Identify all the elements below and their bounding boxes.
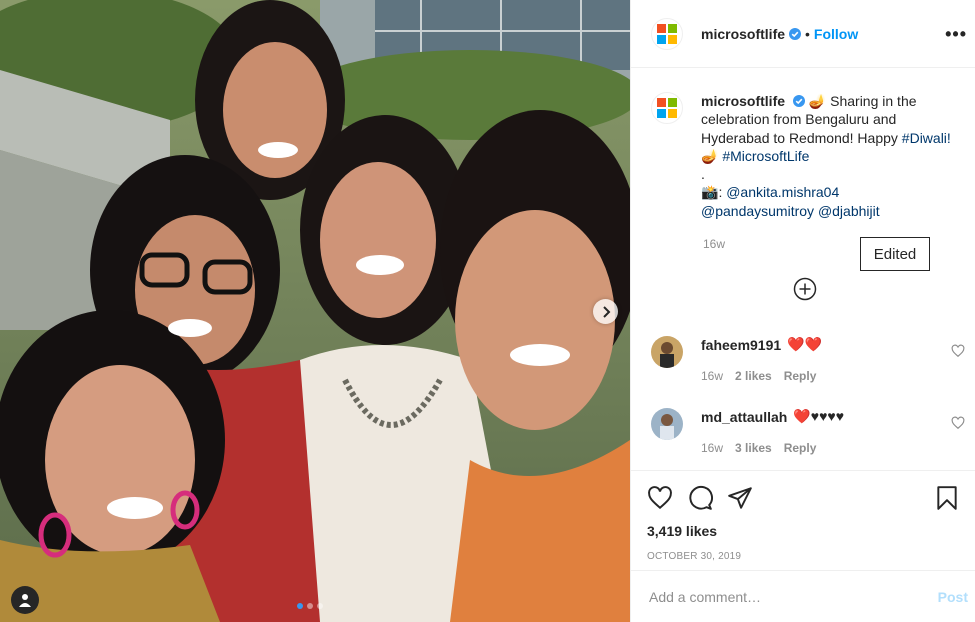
heart-icon[interactable] <box>951 416 965 430</box>
carousel-dot <box>307 603 313 609</box>
share-icon[interactable] <box>727 485 753 511</box>
diya-emoji: 🪔 <box>808 93 827 109</box>
avatar-image <box>651 408 683 440</box>
avatar[interactable] <box>651 92 683 124</box>
comment-meta: 16w 2 likes Reply <box>701 369 941 383</box>
likes-count[interactable]: 3,419 likes <box>647 523 960 539</box>
plus-circle-icon[interactable] <box>793 277 817 301</box>
comment-item: md_attaullah ❤️♥♥♥♥ 16w 3 likes Reply <box>651 408 971 455</box>
reply-button[interactable]: Reply <box>784 441 817 455</box>
mention-link[interactable]: @pandaysumitroy <box>701 203 814 219</box>
post-actions: 3,419 likes October 30, 2019 <box>631 470 975 562</box>
comment-text-line: md_attaullah ❤️♥♥♥♥ <box>701 408 941 425</box>
separator-dot: • <box>805 25 810 42</box>
comment-item: faheem9191 ❤️❤️ 16w 2 likes Reply <box>651 336 971 383</box>
comment-meta: 16w 3 likes Reply <box>701 441 941 455</box>
carousel-dot <box>297 603 303 609</box>
verified-icon <box>789 27 802 40</box>
post-caption: microsoftlife 🪔 Sharing in the celebrati… <box>651 92 971 220</box>
carousel-dot <box>317 603 323 609</box>
verified-icon <box>792 95 805 107</box>
caption-dot: . <box>701 166 705 183</box>
camera-emoji: 📸 <box>701 184 719 201</box>
caption-text: microsoftlife 🪔 Sharing in the celebrati… <box>701 92 961 220</box>
avatar[interactable] <box>651 336 683 368</box>
more-options-button[interactable]: ••• <box>945 24 967 45</box>
diya-emoji: 🪔 <box>701 147 719 164</box>
comment-icon[interactable] <box>687 485 713 511</box>
comment-time[interactable]: 16w <box>701 369 723 383</box>
caption-colon: : <box>718 184 723 201</box>
carousel-dots <box>297 603 323 609</box>
reply-button[interactable]: Reply <box>784 369 817 383</box>
heart-icon[interactable] <box>951 344 965 358</box>
add-comment-bar: Post <box>631 570 975 622</box>
group-selfie-image <box>0 0 630 622</box>
post-header: microsoftlife • Follow ••• <box>631 0 975 68</box>
comment-username[interactable]: faheem9191 <box>701 337 781 353</box>
comment-likes[interactable]: 3 likes <box>735 441 772 455</box>
comment-likes[interactable]: 2 likes <box>735 369 772 383</box>
post-side-panel: microsoftlife • Follow ••• microsoftlife… <box>630 0 975 622</box>
comment-input[interactable] <box>649 588 938 605</box>
hashtag-microsoftlife[interactable]: #MicrosoftLife <box>722 148 809 164</box>
comment-text-line: faheem9191 ❤️❤️ <box>701 336 941 353</box>
microsoft-logo-icon <box>657 98 677 118</box>
mention-link[interactable]: @ankita.mishra04 <box>726 184 839 200</box>
avatar-image <box>651 336 683 368</box>
follow-button[interactable]: Follow <box>814 26 858 42</box>
post-photo[interactable] <box>0 0 630 622</box>
mention-link[interactable]: @djabhijit <box>818 203 880 219</box>
tagged-users-button[interactable] <box>11 586 39 614</box>
microsoft-logo-icon <box>657 23 677 44</box>
comment-time[interactable]: 16w <box>701 441 723 455</box>
avatar[interactable] <box>651 408 683 440</box>
comment-username[interactable]: md_attaullah <box>701 409 787 425</box>
post-date[interactable]: October 30, 2019 <box>647 551 960 562</box>
hashtag-diwali[interactable]: #Diwali! <box>902 130 951 146</box>
post-comment-button[interactable]: Post <box>938 589 968 605</box>
chevron-right-icon <box>602 305 610 318</box>
author-username[interactable]: microsoftlife <box>701 26 785 42</box>
caption-timestamp[interactable]: 16w <box>703 237 725 251</box>
edited-tooltip: Edited <box>860 237 930 271</box>
carousel-next-button[interactable] <box>593 299 618 324</box>
comment-text: ❤️♥♥♥♥ <box>793 408 845 424</box>
comment-text: ❤️❤️ <box>787 336 823 352</box>
bookmark-icon[interactable] <box>934 485 960 511</box>
avatar[interactable] <box>651 17 683 50</box>
heart-icon[interactable] <box>647 485 673 511</box>
caption-username[interactable]: microsoftlife <box>701 93 785 109</box>
user-tag-icon <box>19 594 31 607</box>
